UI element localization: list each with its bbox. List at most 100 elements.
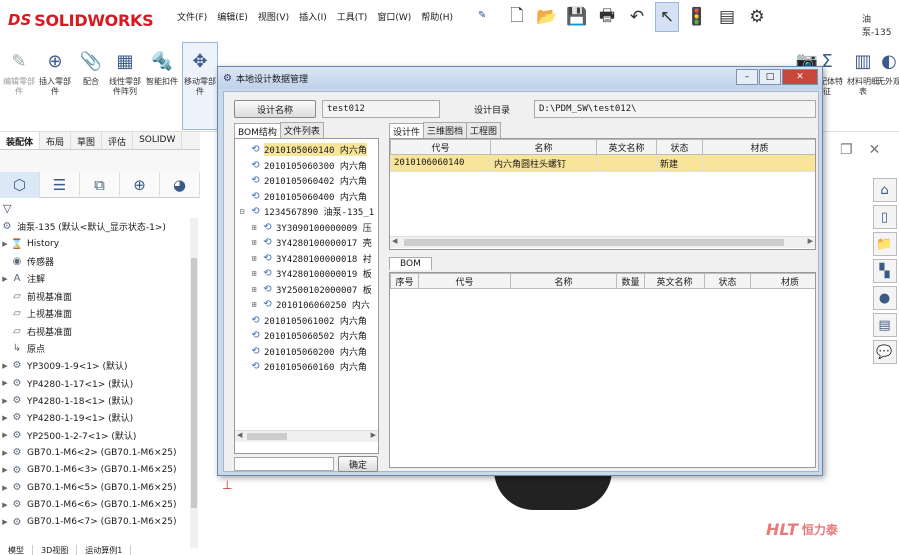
bom-tree-node[interactable]: ⟲ 2010105060300 内六角 [235,158,378,174]
ok-button[interactable]: 确定 [338,456,378,472]
design-name-button[interactable]: 设计名称 [234,100,316,118]
col-code[interactable]: 代号 [418,273,511,289]
scrollbar-thumb[interactable] [191,258,197,508]
bom-tree-node[interactable]: ⟲ 2010105060400 内六角 [235,189,378,205]
restore-icon[interactable]: ❐ [840,142,853,158]
tree-item[interactable]: ▶ ⌛ History [0,235,190,252]
tree-item[interactable]: ▱ 右视基准面 [0,322,190,339]
close-icon[interactable]: ✕ [869,142,881,158]
view-palette-icon[interactable]: ▚ [872,259,897,283]
expand-toggle-icon[interactable]: ⊞ [247,269,261,278]
tree-item[interactable]: ▶ ⚙ GB70.1-M6<6> (GB70.1-M6×25) [0,496,190,513]
tab-bom[interactable]: BOM [389,257,432,270]
select-icon[interactable]: ↖ [655,2,679,32]
custom-properties-icon[interactable]: ▤ [872,313,897,337]
tab-solidworks-addins[interactable]: SOLIDW [133,132,183,149]
tree-item[interactable]: ▶ ⚙ GB70.1-M6<2> (GB70.1-M6×25) [0,444,190,461]
expand-arrow-icon[interactable]: ▶ [0,501,10,509]
bom-tree-hscroll[interactable]: ◀ ▶ [235,430,378,442]
menu-tools[interactable]: 工具(T) [332,10,373,23]
dimxpert-tab-icon[interactable]: ⊕ [120,172,160,198]
expand-toggle-icon[interactable]: ⊞ [247,300,261,309]
col-name[interactable]: 名称 [490,139,597,155]
bom-tree-node[interactable]: ⊞ ⟲ 2010106060250 内六 [235,297,378,313]
table-row[interactable]: 2010106060140 内六角圆柱头螺钉 新建 [390,154,815,172]
file-properties-icon[interactable]: ▤ [715,2,739,32]
dialog-titlebar[interactable]: ⚙ 本地设计数据管理 – □ ✕ [218,67,822,89]
expand-arrow-icon[interactable]: ▶ [0,379,10,387]
expand-toggle-icon[interactable]: ⊞ [247,238,261,247]
menu-help[interactable]: 帮助(H) [416,10,458,23]
tree-item[interactable]: ▱ 前视基准面 [0,288,190,305]
display-manager-tab-icon[interactable]: ◕ [160,172,200,198]
tab-file-list[interactable]: 文件列表 [279,122,324,138]
scrollbar-thumb[interactable] [404,239,784,246]
expand-arrow-icon[interactable]: ▶ [0,484,10,492]
options-icon[interactable]: ⚙ [745,2,769,32]
smart-fasteners-button[interactable]: 🔩 智能扣件 [143,50,181,87]
insert-component-button[interactable]: ⊕ 插入零部件 [36,50,74,97]
tab-layout[interactable]: 布局 [40,132,72,149]
col-material[interactable]: 材质 [750,273,815,289]
expand-arrow-icon[interactable]: ▶ [0,466,10,474]
tab-assembly[interactable]: 装配体 [0,132,41,149]
expand-arrow-icon[interactable]: ▶ [0,362,10,370]
tree-item[interactable]: ▶ ⚙ GB70.1-M6<3> (GB70.1-M6×25) [0,461,190,478]
close-button[interactable]: ✕ [782,69,818,85]
col-name[interactable]: 名称 [510,273,617,289]
design-library-icon[interactable]: ▯ [872,205,897,229]
expand-arrow-icon[interactable]: ▶ [0,449,10,457]
tree-item[interactable]: ▱ 上视基准面 [0,305,190,322]
open-icon[interactable]: 📂 [535,2,559,32]
rebuild-icon[interactable]: 🚦 [685,2,709,32]
tab-3d-documents[interactable]: 三维图档 [423,122,468,138]
tab-design-parts[interactable]: 设计件 [389,123,425,139]
design-name-field[interactable]: test012 [322,100,440,118]
home-icon[interactable]: ⌂ [872,178,897,202]
menu-window[interactable]: 窗口(W) [372,10,416,23]
bom-tree-node[interactable]: ⟲ 2010105061002 内六角 [235,313,378,329]
col-material[interactable]: 材质 [702,139,815,155]
undo-icon[interactable]: ↶ [625,2,649,32]
bom-tree-node[interactable]: ⊞ ⟲ 3Y4280100000017 壳 [235,235,378,251]
tab-bom-structure[interactable]: BOM结构 [234,123,281,139]
tree-item[interactable]: ▶ ⚙ YP4280-1-17<1> (默认) [0,375,190,392]
tree-item[interactable]: ↳ 原点 [0,340,190,357]
menu-file[interactable]: 文件(F) [172,10,212,23]
tree-item[interactable]: ▶ ⚙ YP3009-1-9<1> (默认) [0,357,190,374]
parts-table-hscroll[interactable]: ◀ ▶ [390,236,815,248]
edit-component-button[interactable]: ✎ 编辑零部件 [0,50,38,97]
design-dir-field[interactable]: D:\PDM_SW\test012\ [534,100,816,118]
tab-model[interactable]: 模型 [0,545,33,555]
bom-tree-node[interactable]: ⟲ 2010105060402 内六角 [235,173,378,189]
col-index[interactable]: 序号 [390,273,419,289]
expand-arrow-icon[interactable]: ▶ [0,431,10,439]
bom-tree-node[interactable]: ⊞ ⟲ 3Y4280100000019 板 [235,266,378,282]
tree-item[interactable]: ◉ 传感器 [0,253,190,270]
new-document-icon[interactable]: 🗋 [505,2,529,32]
expand-arrow-icon[interactable]: ▶ [0,518,10,526]
scrollbar-thumb[interactable] [247,433,287,440]
move-component-button[interactable]: ✥ 移动零部件 [181,50,219,97]
print-icon[interactable]: 🖶 [595,2,619,32]
menu-insert[interactable]: 插入(I) [294,10,332,23]
col-english-name[interactable]: 英文名称 [644,273,705,289]
file-explorer-icon[interactable]: 📁 [872,232,897,256]
scroll-right-icon[interactable]: ▶ [808,237,813,245]
tree-item[interactable]: ▶ ⚙ GB70.1-M6<5> (GB70.1-M6×25) [0,479,190,496]
forum-icon[interactable]: 💬 [872,340,897,364]
tree-item[interactable]: ▶ ⚙ YP2500-1-2-7<1> (默认) [0,427,190,444]
col-quantity[interactable]: 数量 [616,273,645,289]
appearances-icon[interactable]: ● [872,286,897,310]
col-code[interactable]: 代号 [390,139,491,155]
tree-item[interactable]: ▶ A 注解 [0,270,190,287]
pin-icon[interactable]: ✎ [478,10,486,21]
no-appearance-button[interactable]: ◐ 无外观 [870,50,899,87]
bom-tree-node[interactable]: ⟲ 2010105060200 内六角 [235,344,378,360]
filter-icon[interactable]: ▽ [3,202,11,215]
linear-pattern-button[interactable]: ▦ 线性零部件阵列 [106,50,144,97]
tree-item[interactable]: ▶ ⚙ YP4280-1-18<1> (默认) [0,392,190,409]
scroll-right-icon[interactable]: ▶ [371,431,376,439]
bom-tree-node[interactable]: ⊞ ⟲ 3Y2500102000007 板 [235,282,378,298]
tab-evaluate[interactable]: 评估 [102,132,134,149]
